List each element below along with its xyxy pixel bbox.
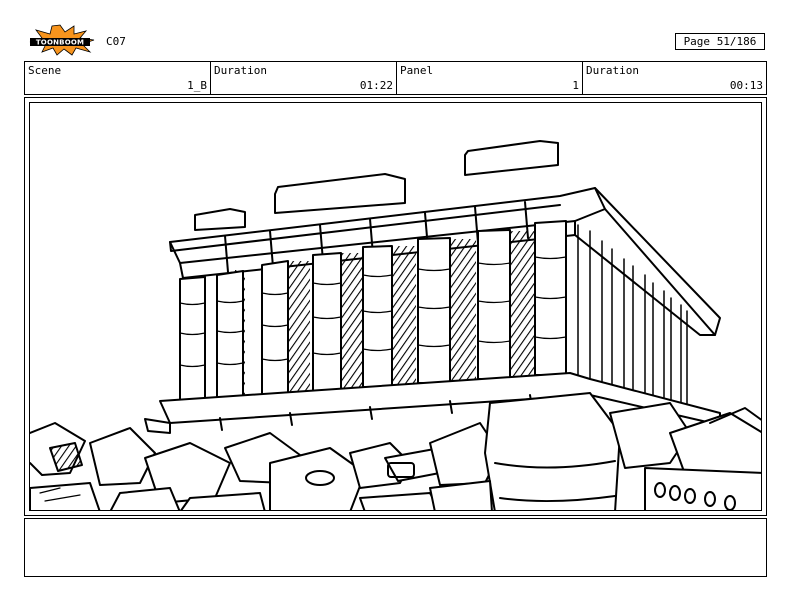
page-label: Page [683,35,711,48]
logo-text: TOONBOOM [36,39,84,47]
panel-duration-label: Duration [586,64,639,77]
panel-duration-cell: Duration 00:13 [583,62,766,94]
panel-value: 1 [572,79,579,92]
temple-sketch [30,140,761,510]
scene-value: 1_B [187,79,207,92]
page-number: 51/186 [716,35,757,48]
scene-duration-value: 01:22 [359,79,393,92]
scene-cell: Scene 1_B [25,62,211,94]
panel-drawing-area [29,102,762,511]
scene-duration-cell: Duration 01:22 [211,62,397,94]
page-indicator: Page 51/186 [675,33,765,50]
scene-duration-label: Duration [214,64,267,77]
panel-cell: Panel 1 [397,62,583,94]
panel-notes-area [24,518,767,577]
scene-label: Scene [28,64,62,77]
toonboom-logo: TOONBOOM [24,24,96,56]
panel-duration-value: 00:13 [729,79,763,92]
panel-label: Panel [400,64,434,77]
storyboard-panel [24,97,767,516]
panel-info-bar: Scene 1_B Duration 01:22 Panel 1 Duratio… [24,61,767,95]
production-code: C07 [106,35,126,48]
